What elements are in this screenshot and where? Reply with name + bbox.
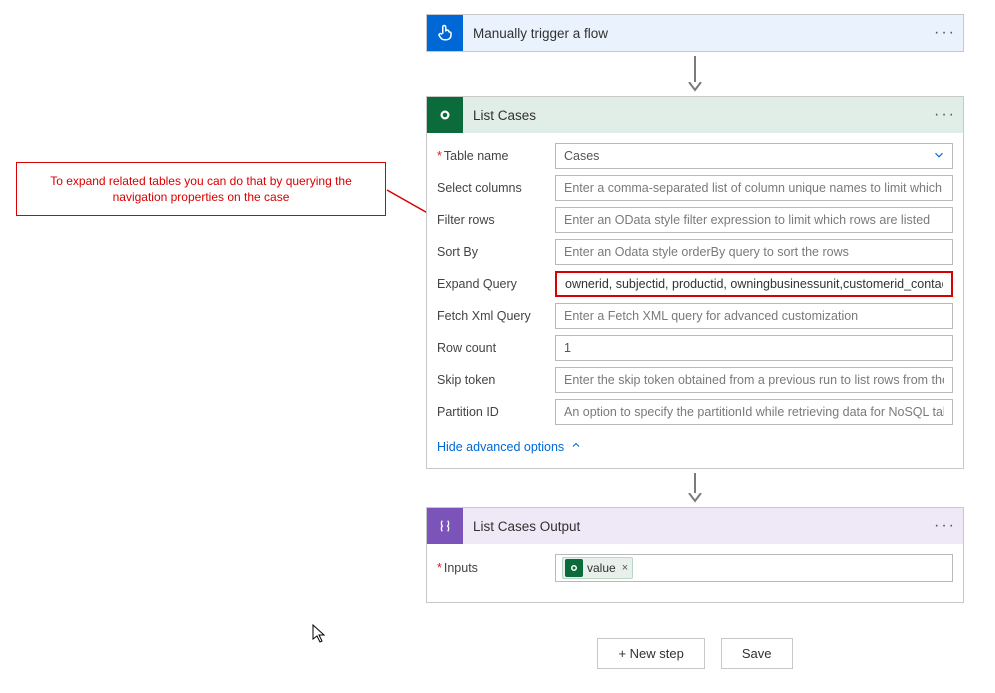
new-step-button[interactable]: + New step <box>597 638 704 669</box>
save-button[interactable]: Save <box>721 638 793 669</box>
expand-query-input[interactable] <box>555 271 953 297</box>
partition-id-input[interactable] <box>555 399 953 425</box>
skip-token-input[interactable] <box>555 367 953 393</box>
table-name-label: *Table name <box>437 149 555 163</box>
output-title: List Cases Output <box>463 508 927 544</box>
inputs-label: *Inputs <box>437 561 555 575</box>
list-cases-title: List Cases <box>463 97 927 133</box>
compose-icon <box>427 508 463 544</box>
fetch-xml-label: Fetch Xml Query <box>437 309 555 323</box>
annotation-text: To expand related tables you can do that… <box>50 174 352 204</box>
dataverse-icon <box>427 97 463 133</box>
dataverse-icon <box>565 559 583 577</box>
fetch-xml-input[interactable] <box>555 303 953 329</box>
table-name-value: Cases <box>564 149 599 163</box>
output-menu-button[interactable]: ··· <box>927 508 963 544</box>
inputs-field[interactable]: value × <box>555 554 953 582</box>
row-count-label: Row count <box>437 341 555 355</box>
trigger-title: Manually trigger a flow <box>463 15 927 51</box>
annotation-callout: To expand related tables you can do that… <box>16 162 386 216</box>
token-label: value <box>587 561 616 575</box>
token-remove-icon[interactable]: × <box>622 562 628 574</box>
sort-by-label: Sort By <box>437 245 555 259</box>
filter-rows-input[interactable] <box>555 207 953 233</box>
partition-id-label: Partition ID <box>437 405 555 419</box>
value-token[interactable]: value × <box>562 557 633 579</box>
flow-arrow <box>426 56 964 92</box>
table-name-select[interactable]: Cases <box>555 143 953 169</box>
mouse-cursor-icon <box>312 624 328 647</box>
chevron-up-icon <box>570 439 582 454</box>
trigger-card[interactable]: Manually trigger a flow ··· <box>426 14 964 52</box>
adv-toggle-label: Hide advanced options <box>437 440 564 454</box>
list-cases-output-card[interactable]: List Cases Output ··· *Inputs value × <box>426 507 964 603</box>
hide-advanced-options-link[interactable]: Hide advanced options <box>437 439 582 454</box>
select-columns-label: Select columns <box>437 181 555 195</box>
touch-icon <box>427 15 463 51</box>
expand-query-label: Expand Query <box>437 277 555 291</box>
sort-by-input[interactable] <box>555 239 953 265</box>
skip-token-label: Skip token <box>437 373 555 387</box>
trigger-menu-button[interactable]: ··· <box>927 15 963 51</box>
row-count-input[interactable] <box>555 335 953 361</box>
list-cases-menu-button[interactable]: ··· <box>927 97 963 133</box>
select-columns-input[interactable] <box>555 175 953 201</box>
chevron-down-icon <box>932 148 946 165</box>
flow-arrow <box>426 473 964 503</box>
filter-rows-label: Filter rows <box>437 213 555 227</box>
list-cases-card[interactable]: List Cases ··· *Table name Cases <box>426 96 964 469</box>
